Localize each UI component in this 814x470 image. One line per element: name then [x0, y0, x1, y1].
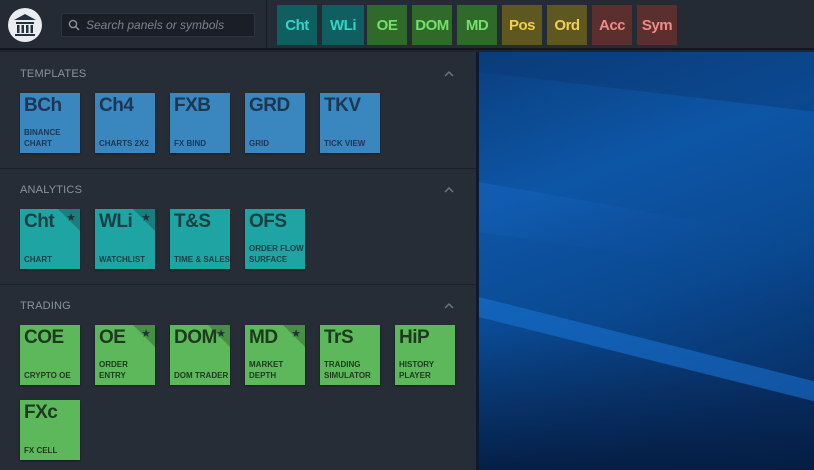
section-header-analytics[interactable]: ANALYTICS: [0, 184, 476, 204]
desktop-background: [476, 52, 814, 470]
tile-abbr: WLi: [99, 211, 133, 232]
tile-name: CHART: [24, 255, 52, 264]
panel-tile-md[interactable]: ★ MD MARKET DEPTH: [245, 325, 305, 385]
panel-tile-bch[interactable]: BCh BINANCE CHART: [20, 93, 80, 153]
panel-tile-ts[interactable]: T&S TIME & SALES: [170, 209, 230, 269]
star-icon[interactable]: ★: [141, 211, 151, 224]
app-logo-icon[interactable]: [8, 8, 42, 42]
tile-abbr: FXc: [24, 402, 58, 423]
star-icon[interactable]: ★: [291, 327, 301, 340]
section-divider: [0, 284, 476, 285]
search-box[interactable]: [61, 13, 255, 37]
desktop-wallpaper: [479, 52, 814, 470]
tile-abbr: HiP: [399, 327, 430, 348]
search-input[interactable]: [86, 18, 254, 32]
section-title: TRADING: [20, 300, 71, 312]
panel-tile-tkv[interactable]: TKV TICK VIEW: [320, 93, 380, 153]
tile-name: MARKET DEPTH: [249, 360, 284, 380]
tile-abbr: GRD: [249, 95, 290, 116]
chevron-up-icon[interactable]: [444, 70, 454, 78]
tile-name: HISTORY PLAYER: [399, 360, 434, 380]
panel-tile-cht[interactable]: ★ Cht CHART: [20, 209, 80, 269]
tile-name: FX BIND: [174, 139, 206, 148]
tile-name: TRADING SIMULATOR: [324, 360, 371, 380]
panel-tile-grd[interactable]: GRD GRID: [245, 93, 305, 153]
top-toolbar: ChtWLiOEDOMMDPosOrdAccSym: [0, 0, 814, 50]
section-header-trading[interactable]: TRADING: [0, 300, 476, 320]
quick-button-dom[interactable]: DOM: [412, 5, 452, 45]
panel-tile-hip[interactable]: HiP HISTORY PLAYER: [395, 325, 455, 385]
tile-abbr: MD: [249, 327, 278, 348]
tile-abbr: FXB: [174, 95, 211, 116]
quick-button-acc[interactable]: Acc: [592, 5, 632, 45]
tile-name: ORDER FLOW SURFACE: [249, 244, 304, 264]
panel-tile-dom[interactable]: ★ DOM DOM TRADER: [170, 325, 230, 385]
quick-button-oe[interactable]: OE: [367, 5, 407, 45]
tile-abbr: COE: [24, 327, 64, 348]
quick-button-md[interactable]: MD: [457, 5, 497, 45]
toolbar-divider: [266, 0, 267, 48]
tile-abbr: BCh: [24, 95, 62, 116]
panel-tile-wli[interactable]: ★ WLi WATCHLIST: [95, 209, 155, 269]
star-icon[interactable]: ★: [66, 211, 76, 224]
tile-abbr: OE: [99, 327, 126, 348]
quick-button-pos[interactable]: Pos: [502, 5, 542, 45]
tile-name: FX CELL: [24, 446, 58, 455]
tile-abbr: TrS: [324, 327, 354, 348]
tile-name: CRYPTO OE: [24, 371, 71, 380]
star-icon[interactable]: ★: [216, 327, 226, 340]
quick-button-cht[interactable]: Cht: [277, 5, 317, 45]
chevron-up-icon[interactable]: [444, 186, 454, 194]
chevron-up-icon[interactable]: [444, 302, 454, 310]
tile-abbr: TKV: [324, 95, 361, 116]
tile-name: TICK VIEW: [324, 139, 366, 148]
panel-tile-coe[interactable]: COE CRYPTO OE: [20, 325, 80, 385]
tile-abbr: DOM: [174, 327, 217, 348]
quick-button-ord[interactable]: Ord: [547, 5, 587, 45]
panel-tile-oe[interactable]: ★ OE ORDER ENTRY: [95, 325, 155, 385]
tile-abbr: T&S: [174, 211, 211, 232]
quick-button-wli[interactable]: WLi: [322, 5, 364, 45]
panel-library: TEMPLATES BCh BINANCE CHART Ch4 CHARTS 2X2 FX…: [0, 52, 476, 470]
panel-tile-fxc[interactable]: FXc FX CELL: [20, 400, 80, 460]
tile-name: TIME & SALES: [174, 255, 230, 264]
tile-name: GRID: [249, 139, 269, 148]
tile-abbr: OFS: [249, 211, 287, 232]
panel-tile-fxb[interactable]: FXB FX BIND: [170, 93, 230, 153]
section-header-templates[interactable]: TEMPLATES: [0, 68, 476, 88]
section-divider: [0, 168, 476, 169]
tile-abbr: Ch4: [99, 95, 134, 116]
tile-abbr: Cht: [24, 211, 55, 232]
panel-tile-trs[interactable]: TrS TRADING SIMULATOR: [320, 325, 380, 385]
panel-tile-ch4[interactable]: Ch4 CHARTS 2X2: [95, 93, 155, 153]
tile-name: CHARTS 2X2: [99, 139, 149, 148]
tile-name: ORDER ENTRY: [99, 360, 128, 380]
quick-button-sym[interactable]: Sym: [637, 5, 677, 45]
section-title: TEMPLATES: [20, 68, 87, 80]
tile-name: WATCHLIST: [99, 255, 146, 264]
star-icon[interactable]: ★: [141, 327, 151, 340]
panel-tile-ofs[interactable]: OFS ORDER FLOW SURFACE: [245, 209, 305, 269]
search-icon: [68, 19, 80, 31]
tile-name: DOM TRADER: [174, 371, 229, 380]
section-title: ANALYTICS: [20, 184, 83, 196]
tile-name: BINANCE CHART: [24, 128, 61, 148]
